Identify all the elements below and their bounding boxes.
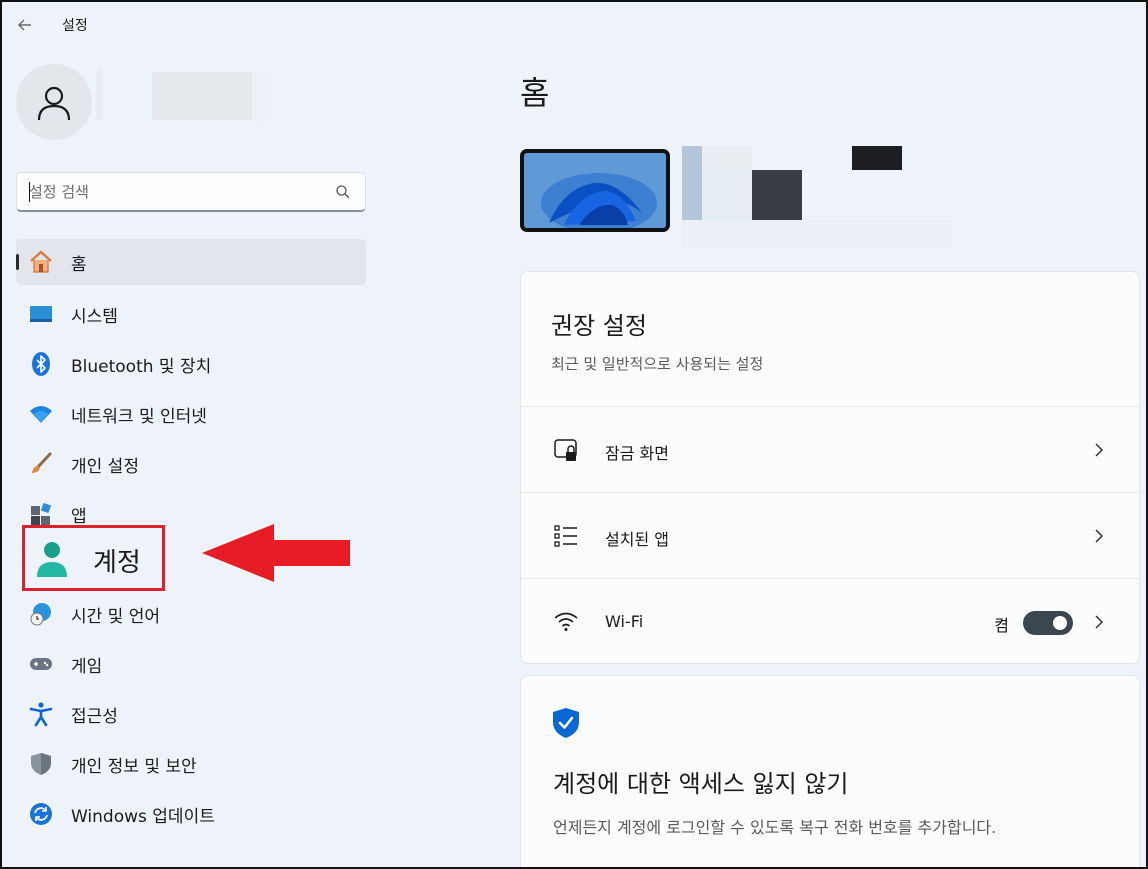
recommended-settings-card: 권장 설정 최근 및 일반적으로 사용되는 설정 잠금 화면 설치된 앱 Wi-… bbox=[520, 271, 1140, 664]
row-lock-screen[interactable]: 잠금 화면 bbox=[521, 406, 1139, 492]
device-info-redacted bbox=[752, 170, 802, 220]
device-info-redacted bbox=[702, 172, 752, 220]
sidebar-item-personalization[interactable]: 개인 설정 bbox=[16, 439, 366, 489]
sidebar-item-label: 개인 정보 및 보안 bbox=[71, 756, 197, 777]
sidebar-item-bluetooth[interactable]: Bluetooth 및 장치 bbox=[16, 339, 366, 389]
sidebar-item-label: Windows 업데이트 bbox=[71, 806, 215, 827]
device-info-redacted bbox=[702, 146, 752, 172]
wallpaper-icon bbox=[524, 153, 666, 228]
sidebar-item-system[interactable]: 시스템 bbox=[16, 289, 366, 339]
sidebar-item-gaming[interactable]: 게임 bbox=[16, 639, 366, 689]
apps-icon bbox=[28, 501, 54, 527]
profile-redacted bbox=[96, 70, 102, 120]
lock-screen-icon bbox=[554, 439, 577, 461]
sidebar-item-label: 시스템 bbox=[71, 306, 118, 327]
row-wifi[interactable]: Wi-Fi 켬 bbox=[521, 578, 1139, 664]
sidebar-item-privacy[interactable]: 개인 정보 및 보안 bbox=[16, 739, 366, 789]
card-title: 계정에 대한 액세스 잃지 않기 bbox=[553, 770, 849, 798]
sidebar-item-label: 네트워크 및 인터넷 bbox=[71, 406, 207, 427]
avatar[interactable] bbox=[16, 64, 92, 140]
brush-icon bbox=[28, 451, 54, 477]
search-icon[interactable] bbox=[335, 184, 351, 200]
row-label: Wi-Fi bbox=[605, 612, 644, 631]
shield-icon bbox=[28, 751, 54, 777]
sidebar-item-windows-update[interactable]: Windows 업데이트 bbox=[16, 789, 366, 839]
wifi-icon bbox=[28, 401, 54, 427]
device-thumbnail[interactable] bbox=[520, 149, 670, 232]
card-title: 권장 설정 bbox=[551, 312, 647, 340]
account-recovery-card[interactable]: 계정에 대한 액세스 잃지 않기 언제든지 계정에 로그인할 수 있도록 복구 … bbox=[520, 675, 1140, 867]
sidebar-item-label: 앱 bbox=[71, 506, 87, 527]
back-arrow-icon bbox=[18, 19, 31, 31]
row-installed-apps[interactable]: 설치된 앱 bbox=[521, 492, 1139, 578]
sidebar-item-network[interactable]: 네트워크 및 인터넷 bbox=[16, 389, 366, 439]
annotation-arrow-icon bbox=[202, 524, 350, 582]
chevron-right-icon bbox=[1095, 615, 1104, 629]
device-info-redacted bbox=[852, 146, 902, 170]
time-language-icon bbox=[28, 601, 54, 627]
card-subtitle: 최근 및 일반적으로 사용되는 설정 bbox=[551, 355, 764, 373]
selection-indicator bbox=[16, 254, 19, 270]
update-icon bbox=[28, 801, 54, 827]
window-title: 설정 bbox=[62, 18, 88, 34]
bluetooth-icon bbox=[28, 351, 54, 377]
device-info-redacted bbox=[682, 220, 952, 248]
search-input[interactable] bbox=[29, 181, 329, 203]
sidebar-item-label: 개인 설정 bbox=[71, 456, 139, 477]
sidebar-item-label: Bluetooth 및 장치 bbox=[71, 356, 212, 377]
chevron-right-icon bbox=[1095, 443, 1104, 457]
settings-window: 설정 홈 bbox=[0, 0, 1148, 869]
shield-check-icon bbox=[553, 708, 579, 738]
profile-name-redacted bbox=[152, 72, 252, 120]
text-caret bbox=[29, 182, 30, 202]
row-label: 설치된 앱 bbox=[605, 530, 669, 549]
title-bar: 설정 bbox=[2, 2, 1146, 46]
user-icon bbox=[37, 86, 71, 121]
sidebar-item-label: 접근성 bbox=[71, 706, 118, 727]
sidebar-item-label: 시간 및 언어 bbox=[71, 606, 161, 627]
accessibility-icon bbox=[28, 701, 54, 727]
sidebar-item-accessibility[interactable]: 접근성 bbox=[16, 689, 366, 739]
sidebar-item-label: 홈 bbox=[71, 254, 87, 275]
home-icon bbox=[28, 249, 54, 275]
profile-redacted bbox=[252, 72, 270, 122]
toggle-state-label: 켬 bbox=[994, 616, 1009, 635]
search-box bbox=[16, 172, 366, 212]
card-subtitle: 언제든지 계정에 로그인할 수 있도록 복구 전화 번호를 추가합니다. bbox=[553, 818, 997, 837]
page-title: 홈 bbox=[520, 74, 550, 112]
wifi-toggle[interactable] bbox=[1023, 611, 1073, 635]
gamepad-icon bbox=[28, 651, 54, 677]
system-icon bbox=[28, 301, 54, 327]
sidebar-item-home[interactable]: 홈 bbox=[16, 239, 366, 285]
installed-apps-icon bbox=[554, 525, 577, 547]
sidebar-item-time-language[interactable]: 시간 및 언어 bbox=[16, 589, 366, 639]
back-button[interactable] bbox=[14, 14, 36, 36]
row-label: 잠금 화면 bbox=[605, 444, 669, 463]
device-info-redacted bbox=[682, 146, 702, 220]
chevron-right-icon bbox=[1095, 529, 1104, 543]
wifi-icon bbox=[554, 612, 578, 631]
sidebar-item-label: 계정 bbox=[93, 548, 141, 578]
sidebar-item-label: 게임 bbox=[71, 656, 103, 677]
toggle-knob bbox=[1053, 616, 1067, 630]
account-icon bbox=[37, 542, 67, 577]
sidebar-item-accounts[interactable]: 계정 bbox=[22, 525, 165, 591]
